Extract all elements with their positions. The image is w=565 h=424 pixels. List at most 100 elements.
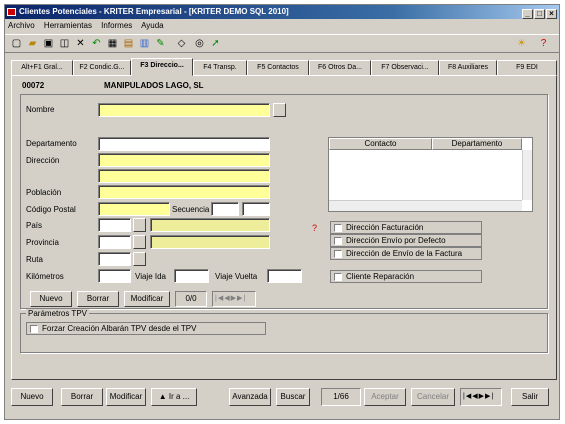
pais-lookup-button[interactable] xyxy=(133,218,146,232)
direccion-envio-defecto-check[interactable]: Dirección Envío por Defecto xyxy=(330,234,482,247)
minimize-button[interactable]: _ xyxy=(522,9,533,19)
title-bar: Clientes Potenciales - KRITER Empresaria… xyxy=(5,5,559,19)
photo-icon[interactable]: ◎ xyxy=(193,38,206,50)
direccion-input-1[interactable] xyxy=(98,153,270,167)
link-icon[interactable]: ◇ xyxy=(175,38,188,50)
poblacion-input[interactable] xyxy=(98,185,270,199)
menu-archivo[interactable]: Archivo xyxy=(8,21,35,30)
contacts-grid[interactable]: Contacto Departamento xyxy=(328,137,533,212)
record-nav-buttons[interactable]: |◀◀▶▶| xyxy=(460,388,502,406)
delete-button[interactable]: Borrar xyxy=(61,388,103,406)
address-nav-buttons[interactable]: |◀◀▶▶| xyxy=(212,291,256,307)
menu-bar: Archivo Herramientas Informes Ayuda xyxy=(5,20,171,32)
nombre-lookup-button[interactable] xyxy=(273,103,286,117)
address-delete-button[interactable]: Borrar xyxy=(77,291,119,307)
lightbulb-icon[interactable]: ☀ xyxy=(515,38,528,50)
address-modify-button[interactable]: Modificar xyxy=(124,291,170,307)
undo-icon[interactable]: ↶ xyxy=(90,38,103,50)
grid-icon[interactable]: ▦ xyxy=(106,38,119,50)
grid-vertical-scrollbar[interactable] xyxy=(522,150,532,200)
save-disk-icon[interactable]: ▣ xyxy=(42,38,55,50)
tools-icon[interactable]: ✎ xyxy=(154,38,167,50)
tpv-group-label: Parámetros TPV xyxy=(26,309,89,319)
advanced-button[interactable]: Avanzada xyxy=(229,388,271,406)
provincia-code-input[interactable] xyxy=(98,235,131,249)
nombre-input[interactable] xyxy=(98,103,270,117)
departamento-input[interactable] xyxy=(98,137,270,151)
departamento-label: Departamento xyxy=(26,139,77,148)
provincia-lookup-button[interactable] xyxy=(133,235,146,249)
viaje-vuelta-input[interactable] xyxy=(267,269,302,283)
app-icon xyxy=(7,8,16,16)
export-icon[interactable]: ➚ xyxy=(209,38,222,50)
ruta-lookup-button[interactable] xyxy=(133,252,146,266)
tab-auxiliares[interactable]: F8 Auxiliares xyxy=(439,60,497,76)
address-counter: 0/0 xyxy=(175,291,207,307)
record-name: MANIPULADOS LAGO, SL xyxy=(104,81,204,90)
cancel-button[interactable]: Cancelar xyxy=(411,388,455,406)
secuencia-input-2[interactable] xyxy=(242,202,270,216)
menu-informes[interactable]: Informes xyxy=(101,21,132,30)
secuencia-input[interactable] xyxy=(211,202,239,216)
viaje-vuelta-label: Viaje Vuelta xyxy=(215,272,258,281)
tab-transporte[interactable]: F4 Transp. xyxy=(193,60,247,76)
menu-herramientas[interactable]: Herramientas xyxy=(44,21,92,30)
grid-horizontal-scrollbar[interactable] xyxy=(329,200,522,211)
tab-contactos[interactable]: F5 Contactos xyxy=(247,60,309,76)
window-title: Clientes Potenciales - KRITER Empresaria… xyxy=(19,7,289,16)
toolbar: ▢ ▰ ▣ ◫ ✕ ↶ ▦ ▤ ▥ ✎ ◇ ◎ ➚ ☀ ? xyxy=(5,34,559,53)
tab-strip: Alt+F1 Gral... F2 Condic.G... F3 Direcci… xyxy=(11,58,557,76)
help-icon[interactable]: ? xyxy=(537,38,550,50)
direccion-input-2[interactable] xyxy=(98,169,270,183)
tab-condiciones[interactable]: F2 Condic.G... xyxy=(73,60,131,76)
report-icon[interactable]: ▥ xyxy=(138,38,151,50)
record-code: 00072 xyxy=(22,81,45,90)
cliente-reparacion-check[interactable]: Cliente Reparación xyxy=(330,270,482,283)
kilometros-label: Kilómetros xyxy=(26,272,64,281)
provincia-label: Provincia xyxy=(26,238,59,247)
pais-code-input[interactable] xyxy=(98,218,131,232)
tab-panel: 00072 MANIPULADOS LAGO, SL Nombre Depart… xyxy=(11,75,557,380)
open-folder-icon[interactable]: ▰ xyxy=(26,38,39,50)
provincia-description xyxy=(150,235,270,249)
record-counter: 1/66 xyxy=(321,388,361,406)
codigo-postal-label: Código Postal xyxy=(26,205,76,214)
grid-header-contacto[interactable]: Contacto xyxy=(329,138,432,150)
kilometros-input[interactable] xyxy=(98,269,131,283)
ruta-label: Ruta xyxy=(26,255,43,264)
menu-ayuda[interactable]: Ayuda xyxy=(141,21,164,30)
poblacion-label: Población xyxy=(26,188,62,197)
direccion-facturacion-check[interactable]: Dirección Facturación xyxy=(330,221,482,234)
tab-otros-datos[interactable]: F6 Otros Da... xyxy=(309,60,371,76)
new-button[interactable]: Nuevo xyxy=(11,388,53,406)
maximize-button[interactable]: □ xyxy=(534,9,545,19)
viaje-ida-label: Viaje Ida xyxy=(135,272,166,281)
viaje-ida-input[interactable] xyxy=(174,269,209,283)
new-document-icon[interactable]: ▢ xyxy=(10,38,23,50)
nombre-label: Nombre xyxy=(26,105,55,114)
close-button[interactable]: × xyxy=(546,9,557,19)
grid-header-departamento[interactable]: Departamento xyxy=(432,138,522,150)
tab-direcciones[interactable]: F3 Direccio... xyxy=(131,58,193,76)
pais-label: País xyxy=(26,221,43,230)
codigo-postal-input[interactable] xyxy=(98,202,170,216)
direccion-label: Dirección xyxy=(26,156,60,165)
secuencia-label: Secuencia xyxy=(172,205,210,214)
direccion-envio-factura-check[interactable]: Dirección de Envío de la Factura xyxy=(330,247,482,260)
tab-edi[interactable]: F9 EDI xyxy=(497,60,557,76)
print-icon[interactable]: ▤ xyxy=(122,38,135,50)
ruta-input[interactable] xyxy=(98,252,131,266)
modify-button[interactable]: Modificar xyxy=(106,388,146,406)
edit-icon[interactable]: ◫ xyxy=(58,38,71,50)
question-icon: ? xyxy=(312,223,318,233)
forzar-albaran-tpv-check[interactable]: Forzar Creación Albarán TPV desde el TPV xyxy=(26,322,266,335)
go-to-button[interactable]: ▲ Ir a ... xyxy=(151,388,197,406)
accept-button[interactable]: Aceptar xyxy=(364,388,406,406)
exit-button[interactable]: Salir xyxy=(511,388,549,406)
delete-icon[interactable]: ✕ xyxy=(74,38,87,50)
search-button[interactable]: Buscar xyxy=(276,388,310,406)
pais-description xyxy=(150,218,270,232)
tab-observaciones[interactable]: F7 Observaci... xyxy=(371,60,439,76)
address-new-button[interactable]: Nuevo xyxy=(30,291,72,307)
tab-general[interactable]: Alt+F1 Gral... xyxy=(11,60,73,76)
